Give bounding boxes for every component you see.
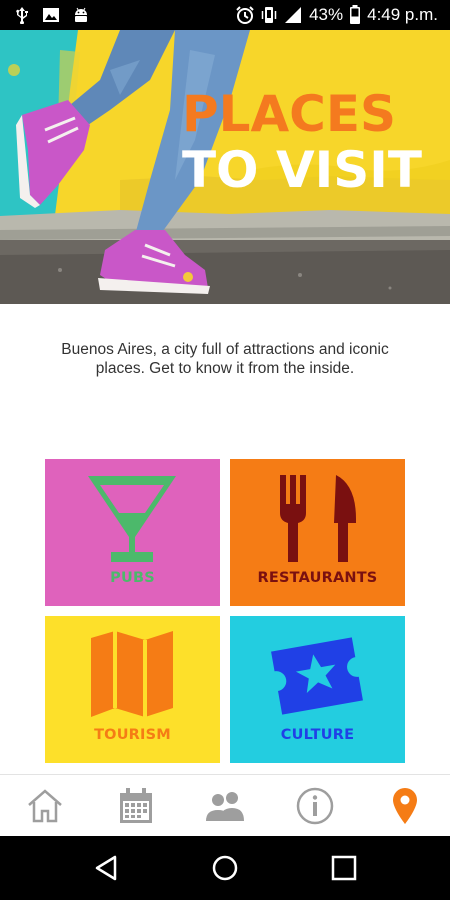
clock-time: 4:49 p.m.: [367, 5, 438, 24]
tile-label-culture: CULTURE: [280, 727, 355, 743]
hero-title-line1: PLACES: [181, 85, 397, 143]
recents-icon: [331, 855, 357, 881]
location-pin-icon: [393, 788, 417, 824]
home-icon: [28, 789, 62, 823]
nav-calendar[interactable]: [111, 783, 161, 829]
intro-description: Buenos Aires, a city full of attractions…: [61, 341, 389, 377]
back-icon: [95, 855, 117, 881]
hero-title: PLACES TO VISIT: [182, 86, 422, 198]
tile-tourism[interactable]: TOURISM: [45, 616, 220, 763]
signal-icon: [283, 6, 303, 24]
recents-button[interactable]: [321, 848, 367, 888]
battery-percent: 43%: [309, 5, 344, 24]
tile-label-restaurants: RESTAURANTS: [257, 570, 378, 586]
battery-icon: [349, 5, 361, 25]
tile-culture[interactable]: CULTURE: [230, 616, 405, 763]
calendar-icon: [120, 788, 152, 823]
tile-label-tourism: TOURISM: [94, 727, 171, 743]
nav-location[interactable]: [380, 783, 430, 829]
usb-icon: [14, 6, 30, 24]
bottom-navigation: [0, 774, 450, 836]
hero-banner: PLACES TO VISIT: [0, 30, 450, 304]
hero-title-line2: TO VISIT: [181, 141, 422, 199]
image-icon: [42, 7, 60, 23]
nav-info[interactable]: [290, 783, 340, 829]
tile-pubs[interactable]: PUBS: [45, 459, 220, 606]
info-icon: [296, 787, 334, 825]
tile-label-pubs: PUBS: [110, 570, 155, 586]
tile-restaurants[interactable]: RESTAURANTS: [230, 459, 405, 606]
vibrate-icon: [261, 6, 277, 24]
status-right-icons: 43% 4:49 p.m.: [235, 0, 438, 30]
android-navigation-bar: [0, 836, 450, 900]
status-left-icons: [14, 0, 90, 30]
alarm-icon: [235, 5, 255, 25]
status-bar: 43% 4:49 p.m.: [0, 0, 450, 30]
home-button[interactable]: [202, 848, 248, 888]
people-icon: [206, 792, 244, 821]
home-circle-icon: [212, 855, 238, 881]
nav-home[interactable]: [20, 783, 70, 829]
android-icon: [72, 6, 90, 24]
back-button[interactable]: [84, 848, 130, 888]
nav-people[interactable]: [200, 783, 250, 829]
